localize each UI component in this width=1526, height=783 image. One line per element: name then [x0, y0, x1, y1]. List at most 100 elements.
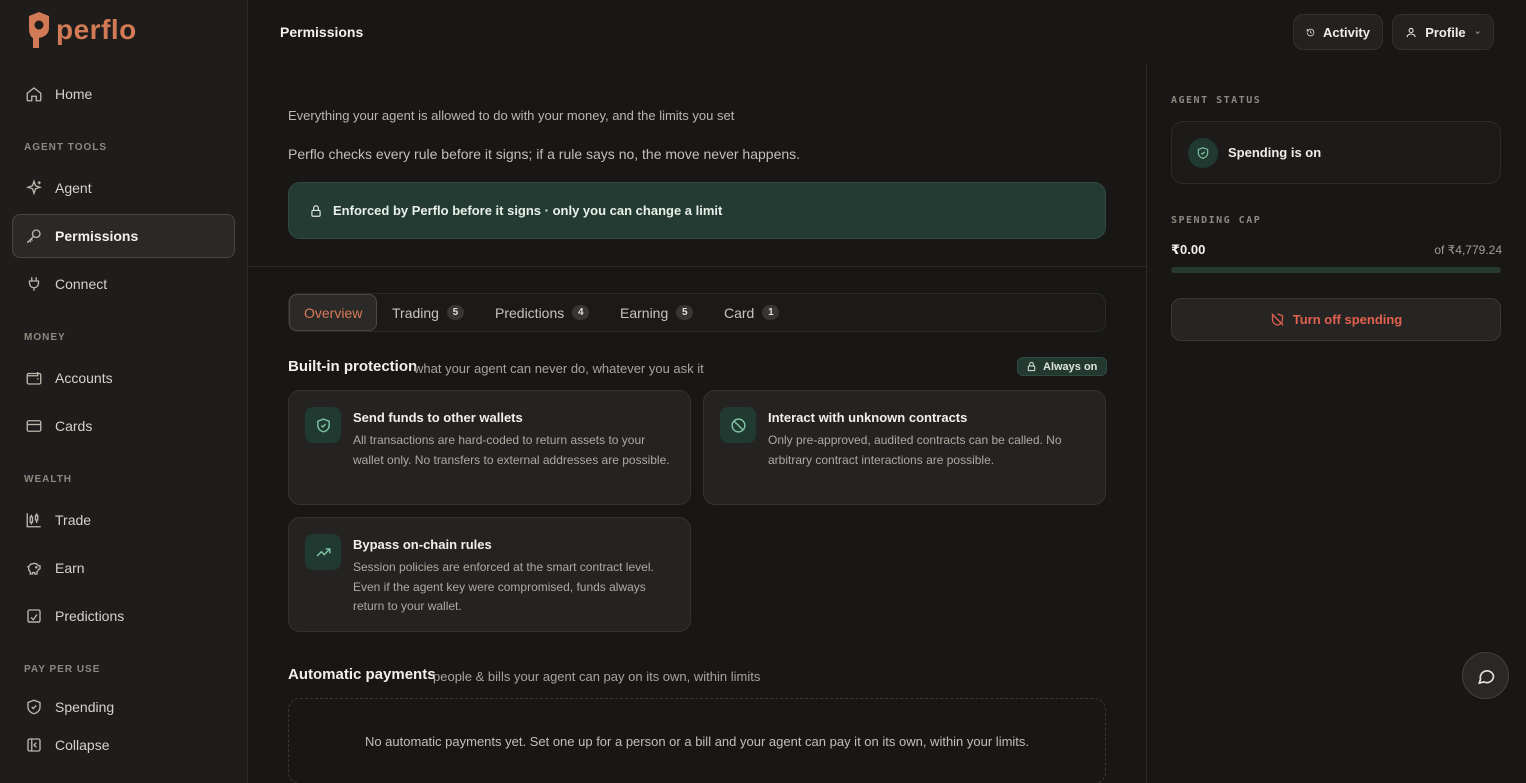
sidebar-item-predictions[interactable]: Predictions: [12, 594, 235, 638]
tab-label: Card: [724, 304, 755, 321]
intro-rule-note: Perflo checks every rule before it signs…: [288, 146, 801, 162]
spending-cap-amount: ₹0.00: [1171, 242, 1206, 257]
user-icon: [1406, 27, 1416, 37]
protection-subtitle: what your agent can never do, whatever y…: [414, 361, 704, 376]
tab-label: Earning: [620, 304, 669, 321]
spending-cap-progress: [1171, 267, 1501, 273]
panel-left-icon: [27, 738, 41, 752]
sidebar-item-cards[interactable]: Cards: [12, 404, 235, 448]
tab-earning[interactable]: Earning 5: [620, 294, 694, 331]
protection-card: Bypass on-chain rules Session policies a…: [288, 517, 691, 632]
tab-count-badge: 4: [572, 305, 590, 320]
profile-menu-button[interactable]: Profile: [1392, 14, 1494, 50]
turn-off-label: Turn off spending: [1292, 312, 1403, 327]
tab-trading[interactable]: Trading 5: [392, 294, 464, 331]
sidebar-item-label: Cards: [55, 418, 93, 434]
sidebar-item-label: Trade: [55, 512, 92, 528]
tab-card[interactable]: Card 1: [724, 294, 780, 331]
sidebar-item-permissions[interactable]: Permissions: [12, 214, 235, 258]
candlestick-chart-icon: [26, 513, 41, 528]
trending-up-icon: [305, 534, 341, 570]
tab-count-badge: 5: [676, 305, 694, 320]
sidebar-item-connect[interactable]: Connect: [12, 262, 235, 306]
lock-icon: [311, 204, 321, 217]
sidebar-item-label: Connect: [55, 276, 108, 292]
card-title: Send funds to other wallets: [353, 410, 523, 425]
chevron-down-icon: [1475, 30, 1480, 34]
sidebar-item-agent[interactable]: Agent: [12, 166, 235, 210]
tab-count-badge: 1: [762, 305, 780, 320]
protection-card: Send funds to other wallets All transact…: [288, 390, 691, 505]
enforcement-banner: Enforced by Perflo before it signs · onl…: [288, 182, 1106, 239]
sidebar-item-trade[interactable]: Trade: [12, 498, 235, 542]
wallet-icon: [26, 372, 42, 385]
shield-check-icon: [305, 407, 341, 443]
tab-label: Predictions: [495, 304, 565, 321]
sidebar-item-accounts[interactable]: Accounts: [12, 356, 235, 400]
sidebar-item-label: Earn: [55, 560, 85, 576]
card-description: Only pre-approved, audited contracts can…: [768, 433, 1062, 467]
chart-check-icon: [27, 609, 41, 623]
tab-label: Trading: [392, 304, 439, 321]
activity-label: Activity: [1323, 24, 1370, 40]
section-divider: [248, 266, 1146, 267]
key-icon: [26, 229, 41, 244]
message-circle-icon: [1477, 669, 1494, 684]
agent-status-label: AGENT STATUS: [1171, 95, 1262, 106]
shield-off-icon: [1271, 313, 1284, 326]
ban-icon: [720, 407, 756, 443]
piggy-bank-icon: [26, 562, 41, 575]
tab-count-badge: 5: [446, 305, 464, 320]
collapse-label: Collapse: [55, 737, 110, 753]
section-label-agent-tools: AGENT TOOLS: [24, 142, 108, 153]
card-title: Bypass on-chain rules: [353, 537, 492, 552]
sparkle-icon: [25, 179, 43, 196]
section-label-money: MONEY: [24, 332, 66, 343]
brand-logo[interactable]: perflo: [26, 12, 137, 48]
home-icon: [26, 87, 42, 102]
sidebar-item-label: Home: [55, 86, 93, 102]
sidebar-item-label: Accounts: [55, 370, 113, 386]
tab-overview[interactable]: Overview: [289, 294, 378, 331]
tab-predictions[interactable]: Predictions 4: [495, 294, 590, 331]
badge-label: Always on: [1043, 360, 1098, 373]
spending-cap-total: of ₹4,779.24: [1434, 243, 1502, 257]
section-label-pay-per-use: PAY PER USE: [24, 664, 101, 675]
protection-card: Interact with unknown contracts Only pre…: [703, 390, 1106, 505]
brand-name: perflo: [56, 14, 137, 45]
auto-payments-title: Automatic payments: [288, 666, 436, 683]
protection-title: Built-in protection: [288, 358, 418, 375]
spending-cap-label: SPENDING CAP: [1171, 215, 1262, 226]
collapse-sidebar-button[interactable]: Collapse: [12, 723, 235, 767]
agent-status-card: Spending is on: [1171, 121, 1501, 184]
intro-description: Everything your agent is allowed to do w…: [288, 108, 735, 123]
turn-off-spending-button[interactable]: Turn off spending: [1171, 298, 1501, 341]
shield-check-icon: [1188, 137, 1218, 168]
page-title: Permissions: [280, 24, 364, 40]
plug-icon: [28, 277, 40, 291]
permission-tabs: Overview Trading 5 Predictions 4 Earning…: [288, 293, 1106, 332]
tab-label: Overview: [304, 304, 363, 321]
profile-label: Profile: [1425, 24, 1466, 40]
sidebar: perflo Home AGENT TOOLS Agent Permission…: [0, 0, 248, 783]
right-panel-divider: [1146, 64, 1147, 783]
always-on-badge: Always on: [1017, 357, 1108, 376]
perflo-logo-icon: [29, 12, 49, 48]
history-icon: [1306, 28, 1315, 36]
sidebar-item-earn[interactable]: Earn: [12, 546, 235, 590]
card-title: Interact with unknown contracts: [768, 410, 968, 425]
sidebar-item-spending[interactable]: Spending: [12, 688, 235, 726]
sidebar-item-home[interactable]: Home: [12, 72, 235, 116]
auto-payments-empty-state: No automatic payments yet. Set one up fo…: [288, 698, 1106, 783]
auto-payments-subtitle: people & bills your agent can pay on its…: [433, 669, 761, 684]
chat-button[interactable]: [1462, 652, 1509, 699]
activity-button[interactable]: Activity: [1293, 14, 1383, 50]
lock-icon: [1027, 361, 1036, 372]
sidebar-item-label: Predictions: [55, 608, 125, 624]
card-description: All transactions are hard-coded to retur…: [353, 433, 670, 467]
banner-text: Enforced by Perflo before it signs · onl…: [333, 203, 723, 218]
sidebar-item-label: Permissions: [55, 228, 139, 244]
section-label-wealth: WEALTH: [24, 474, 73, 485]
sidebar-item-label: Agent: [55, 180, 92, 196]
sidebar-item-label: Spending: [55, 699, 115, 715]
